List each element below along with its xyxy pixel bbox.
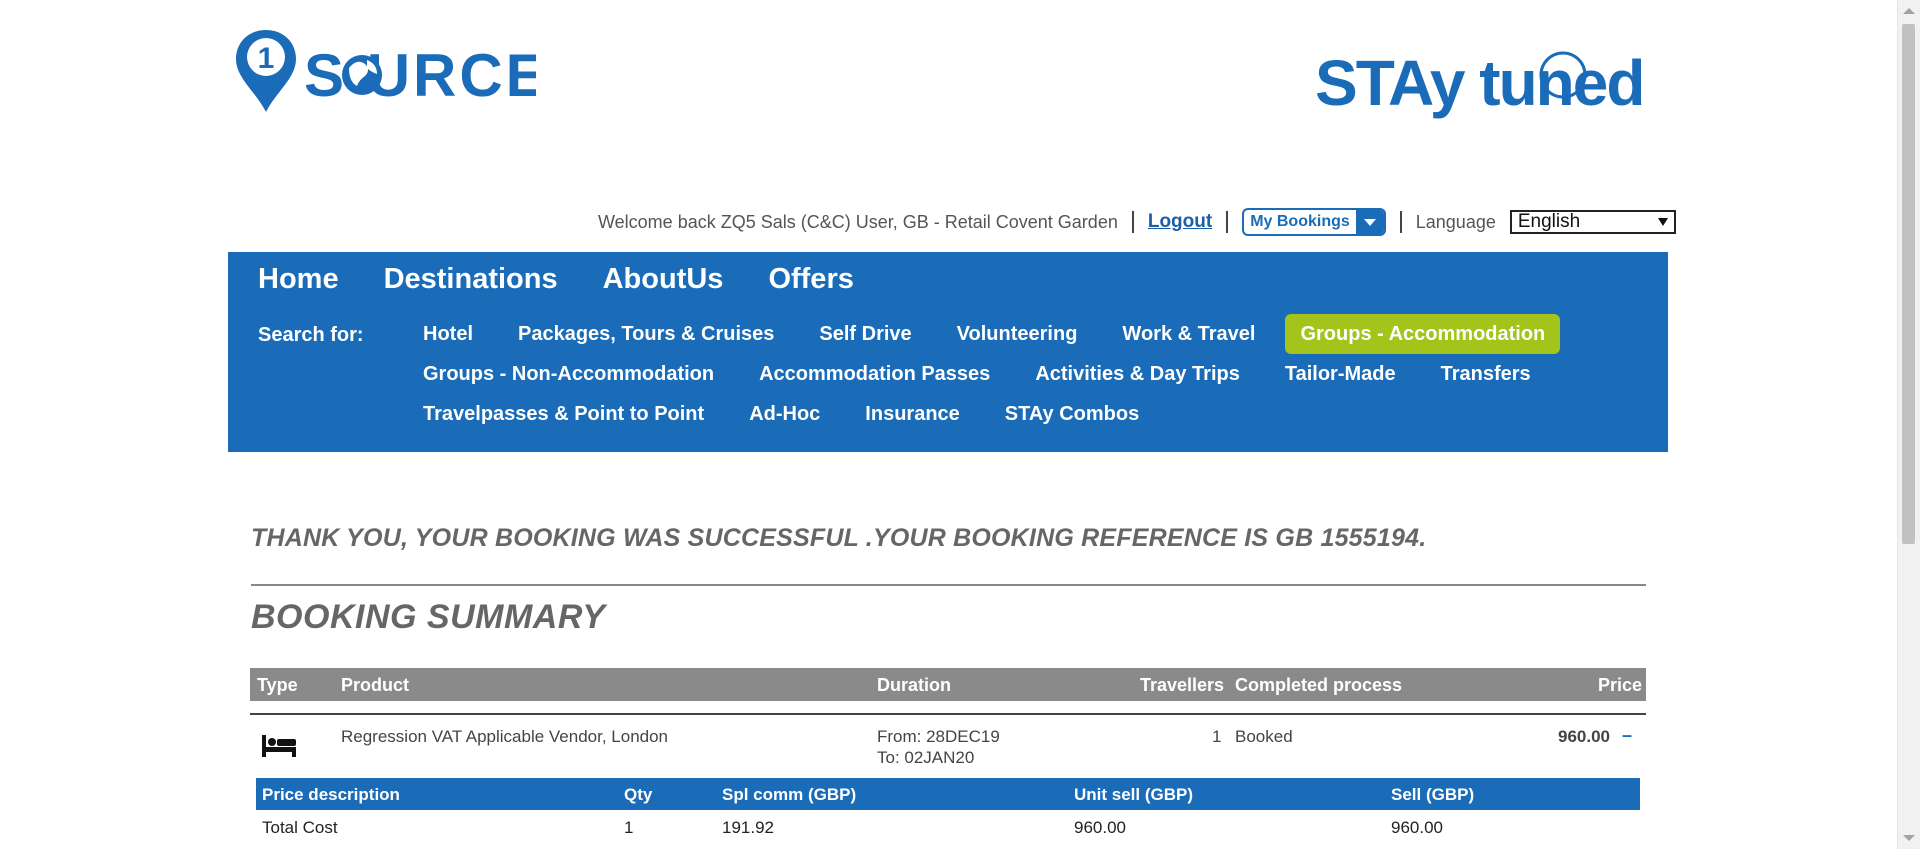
sell: 960.00 bbox=[1391, 818, 1443, 837]
search-stay-combos[interactable]: STAy Combos bbox=[990, 394, 1154, 434]
stay-tuned-wordmark: STAy tuned bbox=[1315, 47, 1643, 119]
search-accommodation-passes[interactable]: Accommodation Passes bbox=[744, 354, 1005, 394]
separator bbox=[1131, 211, 1134, 233]
logo-wordmark: S URCE bbox=[304, 42, 536, 109]
separator bbox=[1226, 211, 1229, 233]
collapse-toggle[interactable]: – bbox=[1622, 725, 1632, 746]
logo-number: 1 bbox=[258, 42, 275, 75]
completed-status: Booked bbox=[1235, 727, 1293, 746]
language-value: English bbox=[1517, 211, 1581, 232]
search-hotel[interactable]: Hotel bbox=[408, 314, 488, 354]
qty: 1 bbox=[624, 818, 634, 837]
chevron-down-icon bbox=[1355, 210, 1384, 234]
header-duration: Duration bbox=[877, 675, 951, 695]
main-navigation: Home Destinations AboutUs Offers Search … bbox=[228, 252, 1668, 452]
price-description: Total Cost bbox=[262, 818, 338, 837]
search-activities[interactable]: Activities & Day Trips bbox=[1020, 354, 1255, 394]
spl-comm: 191.92 bbox=[722, 818, 774, 837]
nav-aboutus[interactable]: AboutUs bbox=[603, 258, 724, 300]
scroll-down-icon[interactable] bbox=[1903, 835, 1915, 841]
my-bookings-label: My Bookings bbox=[1250, 213, 1350, 230]
nav-offers[interactable]: Offers bbox=[768, 258, 853, 300]
search-self-drive[interactable]: Self Drive bbox=[804, 314, 926, 354]
search-work-travel[interactable]: Work & Travel bbox=[1107, 314, 1270, 354]
scrollbar-thumb[interactable] bbox=[1902, 24, 1915, 544]
unit-sell: 960.00 bbox=[1074, 818, 1126, 837]
table-row: Total Cost 1 191.92 960.00 960.00 bbox=[256, 810, 1640, 842]
header-price: Price bbox=[1597, 675, 1642, 695]
booking-summary-table: Type Product Duration Travellers Complet… bbox=[250, 668, 1646, 781]
search-categories: Hotel Packages, Tours & Cruises Self Dri… bbox=[408, 314, 1575, 434]
travellers-count: 1 bbox=[1212, 727, 1222, 746]
scroll-up-icon[interactable] bbox=[1903, 8, 1915, 14]
header-completed: Completed process bbox=[1235, 675, 1403, 695]
duration-to: To: 02JAN20 bbox=[877, 748, 975, 767]
welcome-message: Welcome back ZQ5 Sals (C&C) User, GB - R… bbox=[598, 211, 1118, 232]
divider bbox=[251, 584, 1646, 586]
search-tailor-made[interactable]: Tailor-Made bbox=[1270, 354, 1411, 394]
header-product: Product bbox=[341, 675, 410, 695]
1source-logo[interactable]: 1 S URCE bbox=[234, 28, 536, 114]
bed-icon bbox=[262, 735, 296, 757]
product-name: Regression VAT Applicable Vendor, London bbox=[341, 727, 669, 746]
booking-confirmation-message: THANK YOU, YOUR BOOKING WAS SUCCESSFUL .… bbox=[251, 524, 1427, 552]
my-bookings-dropdown[interactable]: My Bookings bbox=[1242, 208, 1386, 236]
page: 1 S URCE STAy tuned Welcome back ZQ5 Sal… bbox=[0, 0, 1920, 849]
dropdown-arrow-icon bbox=[1657, 218, 1668, 226]
stay-tuned-logo: STAy tuned bbox=[1315, 47, 1645, 119]
header-travellers: Travellers bbox=[1140, 675, 1225, 695]
utility-bar: Welcome back ZQ5 Sals (C&C) User, GB - R… bbox=[598, 208, 1676, 236]
table-header: Type Product Duration Travellers Complet… bbox=[250, 668, 1646, 701]
search-insurance[interactable]: Insurance bbox=[850, 394, 974, 434]
search-row: Travelpasses & Point to Point Ad-Hoc Ins… bbox=[408, 394, 1575, 434]
table-header: Price description Qty Spl comm (GBP) Uni… bbox=[256, 778, 1640, 810]
header-sell: Sell (GBP) bbox=[1391, 785, 1475, 804]
header-type: Type bbox=[257, 675, 298, 695]
duration-from: From: 28DEC19 bbox=[877, 727, 1000, 746]
header-unit-sell: Unit sell (GBP) bbox=[1074, 785, 1194, 804]
search-row: Groups - Non-Accommodation Accommodation… bbox=[408, 354, 1575, 394]
language-label: Language bbox=[1415, 211, 1496, 232]
separator bbox=[1399, 211, 1402, 233]
search-ad-hoc[interactable]: Ad-Hoc bbox=[734, 394, 835, 434]
table-row: Regression VAT Applicable Vendor, London… bbox=[250, 715, 1646, 781]
header-qty: Qty bbox=[624, 785, 653, 804]
row-price: 960.00 bbox=[1558, 727, 1610, 746]
search-groups-accommodation[interactable]: Groups - Accommodation bbox=[1285, 314, 1561, 354]
search-travelpasses[interactable]: Travelpasses & Point to Point bbox=[408, 394, 719, 434]
search-row: Hotel Packages, Tours & Cruises Self Dri… bbox=[408, 314, 1575, 354]
search-for-label: Search for: bbox=[258, 324, 364, 346]
search-volunteering[interactable]: Volunteering bbox=[942, 314, 1093, 354]
logout-link[interactable]: Logout bbox=[1148, 211, 1212, 233]
language-select[interactable]: English bbox=[1509, 210, 1676, 234]
header-spl-comm: Spl comm (GBP) bbox=[722, 785, 857, 804]
search-packages[interactable]: Packages, Tours & Cruises bbox=[503, 314, 789, 354]
search-transfers[interactable]: Transfers bbox=[1426, 354, 1546, 394]
nav-home[interactable]: Home bbox=[258, 258, 339, 300]
page-scrollbar[interactable] bbox=[1897, 0, 1920, 849]
header-price-description: Price description bbox=[262, 785, 400, 804]
booking-summary-title: BOOKING SUMMARY bbox=[251, 598, 606, 636]
price-breakdown-table: Price description Qty Spl comm (GBP) Uni… bbox=[256, 778, 1640, 842]
nav-destinations[interactable]: Destinations bbox=[384, 258, 558, 300]
search-groups-non-accommodation[interactable]: Groups - Non-Accommodation bbox=[408, 354, 729, 394]
main-menu: Home Destinations AboutUs Offers bbox=[258, 258, 854, 300]
